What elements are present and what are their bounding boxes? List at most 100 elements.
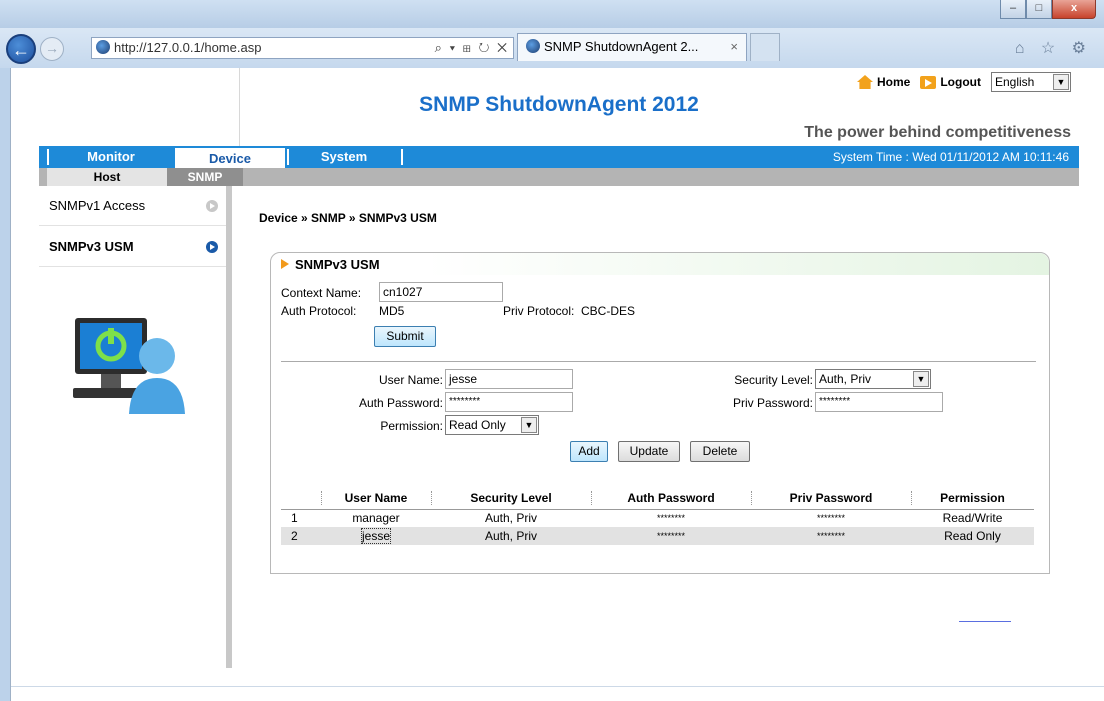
main-menu: Monitor Device System System Time : Wed …: [39, 146, 1079, 168]
security-level-value: Auth, Priv: [819, 372, 872, 386]
subtab-snmp[interactable]: SNMP: [167, 168, 243, 186]
submit-button[interactable]: Submit: [374, 326, 436, 347]
permission-label: Permission:: [380, 419, 443, 433]
menu-separator: [287, 149, 289, 165]
cell-index: 2: [281, 527, 321, 545]
system-time: System Time : Wed 01/11/2012 AM 10:11:46: [832, 150, 1069, 164]
cell-priv-password: ********: [751, 527, 911, 545]
col-header-permission[interactable]: Permission: [911, 487, 1034, 510]
main-content: Device » SNMP » SNMPv3 USM SNMPv3 USM Co…: [232, 186, 1079, 668]
back-arrow-icon: ←: [12, 40, 30, 60]
cell-auth-password: ********: [656, 513, 686, 524]
sub-menu: Host SNMP: [39, 168, 1079, 186]
bottom-link-underline: [959, 621, 1011, 622]
context-name-input[interactable]: cn1027: [379, 282, 503, 302]
sidebar-item-snmpv1-access[interactable]: SNMPv1 Access: [39, 186, 226, 226]
sidebar-item-label: SNMPv3 USM: [49, 239, 134, 254]
address-tools[interactable]: ⌕ ▾ ⊞ ↻ ✕: [435, 38, 509, 58]
logout-link[interactable]: Logout: [920, 75, 981, 89]
logout-icon: [920, 75, 937, 89]
tab-system[interactable]: System: [291, 146, 397, 168]
menu-separator: [401, 149, 403, 165]
page-header: Home Logout English ▼ SNMP ShutdownAgent…: [39, 68, 1079, 146]
site-globe-icon: [96, 40, 110, 54]
browser-content: Home Logout English ▼ SNMP ShutdownAgent…: [10, 68, 1104, 701]
site-globe-icon: [526, 39, 540, 53]
tab-close-icon[interactable]: ×: [730, 34, 738, 60]
priv-protocol-label: Priv Protocol:: [503, 304, 575, 318]
subtab-host[interactable]: Host: [47, 168, 167, 186]
col-header-user-name[interactable]: User Name: [321, 487, 431, 510]
page-title: SNMP ShutdownAgent 2012: [419, 93, 699, 116]
browser-right-tools[interactable]: ⌂ ☆ ⚙: [1015, 38, 1092, 58]
window-controls: – □ x: [1000, 0, 1096, 19]
tab-title: SNMP ShutdownAgent 2...: [544, 39, 699, 54]
breadcrumb: Device » SNMP » SNMPv3 USM: [259, 211, 437, 225]
divider: [281, 361, 1036, 362]
home-label: Home: [877, 75, 911, 89]
home-icon: [857, 75, 873, 89]
logout-label: Logout: [940, 75, 981, 89]
usm-panel: SNMPv3 USM Context Name: cn1027 Auth Pro…: [270, 252, 1050, 574]
auth-protocol-label: Auth Protocol:: [281, 304, 357, 318]
add-button[interactable]: Add: [570, 441, 608, 462]
col-header-priv-password[interactable]: Priv Password: [751, 487, 911, 510]
new-tab-button[interactable]: [750, 33, 780, 61]
tab-monitor[interactable]: Monitor: [51, 146, 171, 168]
address-url: http://127.0.0.1/home.asp: [114, 40, 262, 55]
tab-device[interactable]: Device: [175, 146, 285, 168]
user-name-input[interactable]: jesse: [445, 369, 573, 389]
permission-select[interactable]: Read Only ▼: [445, 415, 539, 435]
cell-index: 1: [291, 511, 298, 526]
window-titlebar: – □ x: [0, 0, 1104, 28]
col-header-security-level[interactable]: Security Level: [431, 487, 591, 510]
user-name-label: User Name:: [378, 373, 443, 387]
chevron-down-icon: ▼: [913, 371, 929, 387]
address-bar[interactable]: http://127.0.0.1/home.asp ⌕ ▾ ⊞ ↻ ✕: [91, 37, 514, 59]
menu-separator: [47, 149, 49, 165]
sidebar-item-snmpv3-usm[interactable]: SNMPv3 USM: [39, 227, 226, 267]
auth-password-label: Auth Password:: [358, 396, 443, 410]
browser-toolbar: ← → http://127.0.0.1/home.asp ⌕ ▾ ⊞ ↻ ✕ …: [0, 28, 1104, 68]
table-row[interactable]: 1 manager Auth, Priv ******** ******** R…: [281, 509, 1034, 527]
auth-protocol-value: MD5: [379, 304, 405, 318]
permission-value: Read Only: [449, 418, 506, 432]
back-button[interactable]: ←: [6, 34, 36, 64]
cell-user-name: manager: [352, 511, 400, 526]
cell-security-level: Auth, Priv: [484, 511, 538, 526]
chevron-down-icon: ▼: [521, 417, 537, 433]
maximize-button[interactable]: □: [1026, 0, 1052, 19]
arrow-circle-icon: [206, 200, 218, 212]
context-name-label: Context Name:: [281, 286, 362, 300]
close-window-button[interactable]: x: [1052, 0, 1096, 19]
col-header-auth-password[interactable]: Auth Password: [591, 487, 751, 510]
table-header-row: User Name Security Level Auth Password P…: [281, 487, 1034, 510]
security-level-label: Security Level:: [734, 373, 813, 387]
priv-password-input[interactable]: ********: [815, 392, 943, 412]
language-value: English: [995, 75, 1035, 89]
cell-security-level: Auth, Priv: [431, 527, 591, 545]
cell-permission: Read Only: [911, 527, 1034, 545]
security-level-select[interactable]: Auth, Priv ▼: [815, 369, 931, 389]
language-select[interactable]: English ▼: [991, 72, 1071, 92]
table-row[interactable]: 2 jesse Auth, Priv ******** ******** Rea…: [281, 527, 1034, 545]
panel-header: SNMPv3 USM: [271, 253, 1049, 275]
priv-password-label: Priv Password:: [732, 396, 813, 410]
triangle-bullet-icon: [281, 259, 289, 269]
browser-tab-active[interactable]: SNMP ShutdownAgent 2... ×: [517, 33, 747, 61]
sidebar: SNMPv1 Access SNMPv3 USM: [39, 186, 232, 668]
cell-priv-password: ********: [816, 513, 846, 524]
usm-user-table: User Name Security Level Auth Password P…: [281, 487, 1034, 545]
forward-button[interactable]: →: [40, 37, 64, 61]
sidebar-item-label: SNMPv1 Access: [49, 198, 146, 213]
cell-auth-password: ********: [591, 527, 751, 545]
col-header-index: [281, 487, 321, 510]
minimize-button[interactable]: –: [1000, 0, 1026, 19]
web-page: Home Logout English ▼ SNMP ShutdownAgent…: [39, 68, 1079, 668]
top-links: Home Logout English ▼: [857, 72, 1071, 92]
auth-password-input[interactable]: ********: [445, 392, 573, 412]
browser-status-strip: [11, 686, 1104, 701]
home-link[interactable]: Home: [857, 75, 910, 89]
delete-button[interactable]: Delete: [690, 441, 750, 462]
update-button[interactable]: Update: [618, 441, 680, 462]
